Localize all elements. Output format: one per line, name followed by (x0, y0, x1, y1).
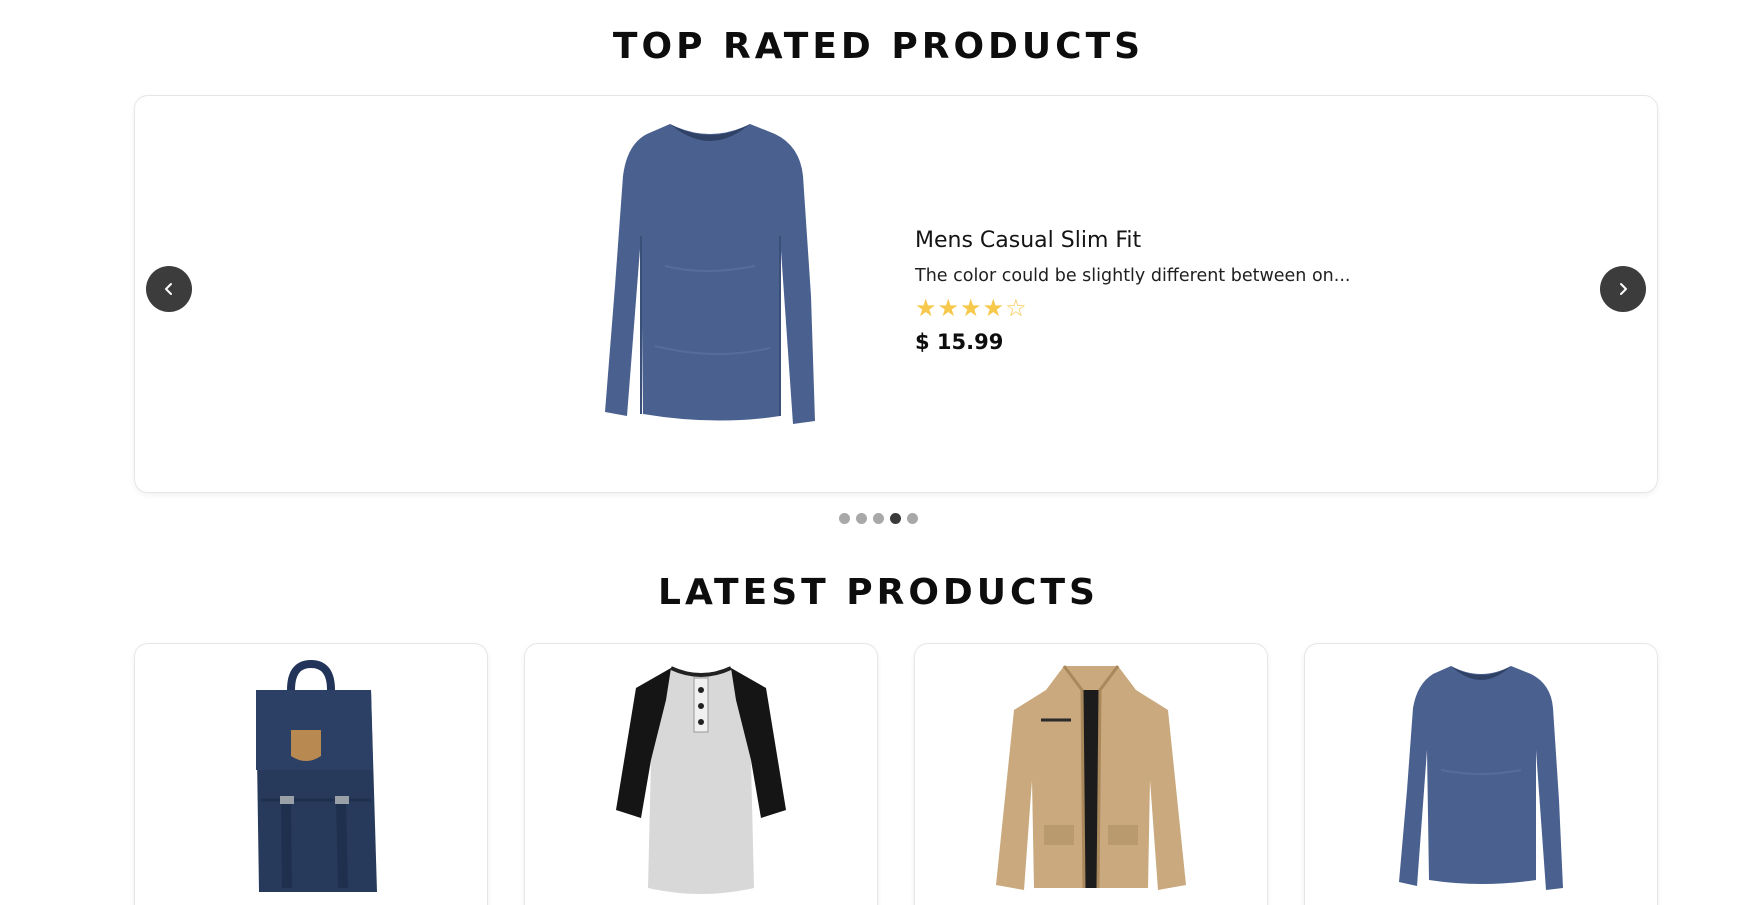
star-filled-icon: ★ (982, 294, 1005, 322)
product-card-backpack[interactable] (134, 643, 488, 905)
raglan-henley-shirt-image (616, 666, 786, 894)
latest-products-heading: LATEST PRODUCTS (658, 572, 1099, 613)
carousel-dot-3[interactable] (873, 513, 884, 524)
carousel-dot-5[interactable] (907, 513, 918, 524)
star-empty-icon: ☆ (1005, 294, 1027, 322)
chevron-right-icon (1620, 283, 1627, 295)
star-filled-icon: ★ (915, 294, 937, 322)
carousel-product-image[interactable] (575, 116, 845, 436)
top-rated-carousel: Mens Casual Slim Fit The color could be … (134, 95, 1658, 493)
carousel-dot-2[interactable] (856, 513, 867, 524)
backpack-image (256, 660, 377, 892)
product-card-jacket[interactable] (914, 643, 1268, 905)
star-filled-icon: ★ (937, 294, 960, 322)
latest-products-grid (134, 643, 1658, 905)
long-sleeve-tshirt-image (1399, 666, 1563, 890)
carousel-product-name[interactable]: Mens Casual Slim Fit (915, 228, 1475, 253)
carousel-next-button[interactable] (1600, 266, 1646, 312)
jacket-image (996, 665, 1186, 890)
carousel-pagination (0, 513, 1757, 524)
carousel-product-description: The color could be slightly different be… (915, 266, 1351, 286)
product-card-henley[interactable] (524, 643, 878, 905)
carousel-product-price: $ 15.99 (915, 330, 1004, 354)
carousel-product-info: Mens Casual Slim Fit The color could be … (915, 228, 1475, 354)
carousel-dot-1[interactable] (839, 513, 850, 524)
long-sleeve-tshirt-image (605, 124, 815, 424)
carousel-prev-button[interactable] (146, 266, 192, 312)
carousel-dot-4[interactable] (890, 513, 901, 524)
chevron-left-icon (165, 283, 172, 295)
star-filled-icon: ★ (960, 294, 982, 322)
product-rating: ★ ★ ★ ★ ☆ (915, 296, 1475, 320)
top-rated-products-heading: TOP RATED PRODUCTS (612, 26, 1145, 67)
product-card-tshirt[interactable] (1304, 643, 1658, 905)
